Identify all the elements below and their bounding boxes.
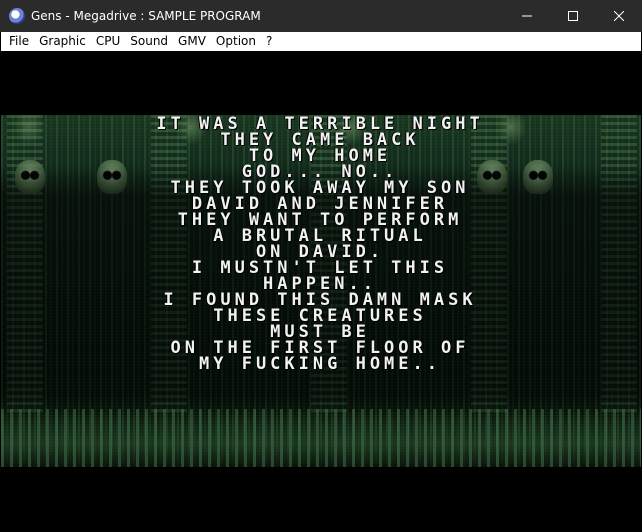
story-text: IT WAS A TERRIBLE NIGHT THEY CAME BACK T…: [0, 116, 640, 374]
menu-file[interactable]: File: [4, 32, 34, 51]
story-line: MY FUCKING HOME..: [199, 354, 441, 374]
gens-app-icon: [9, 8, 25, 24]
maximize-button[interactable]: [550, 0, 596, 32]
window-title: Gens - Megadrive : SAMPLE PROGRAM: [31, 9, 261, 23]
menu-cpu[interactable]: CPU: [91, 32, 125, 51]
ground-pattern: [1, 409, 641, 467]
window-titlebar[interactable]: Gens - Megadrive : SAMPLE PROGRAM: [0, 0, 642, 32]
close-button[interactable]: [596, 0, 642, 32]
minimize-button[interactable]: [504, 0, 550, 32]
menu-gmv[interactable]: GMV: [173, 32, 211, 51]
window-controls: [504, 0, 642, 32]
menu-sound[interactable]: Sound: [125, 32, 173, 51]
minimize-icon: [522, 15, 532, 17]
close-icon: [614, 11, 624, 21]
menu-bar: File Graphic CPU Sound GMV Option ?: [1, 32, 641, 51]
menu-help[interactable]: ?: [261, 32, 277, 51]
maximize-icon: [568, 11, 578, 21]
menu-graphic[interactable]: Graphic: [34, 32, 91, 51]
menu-option[interactable]: Option: [211, 32, 261, 51]
